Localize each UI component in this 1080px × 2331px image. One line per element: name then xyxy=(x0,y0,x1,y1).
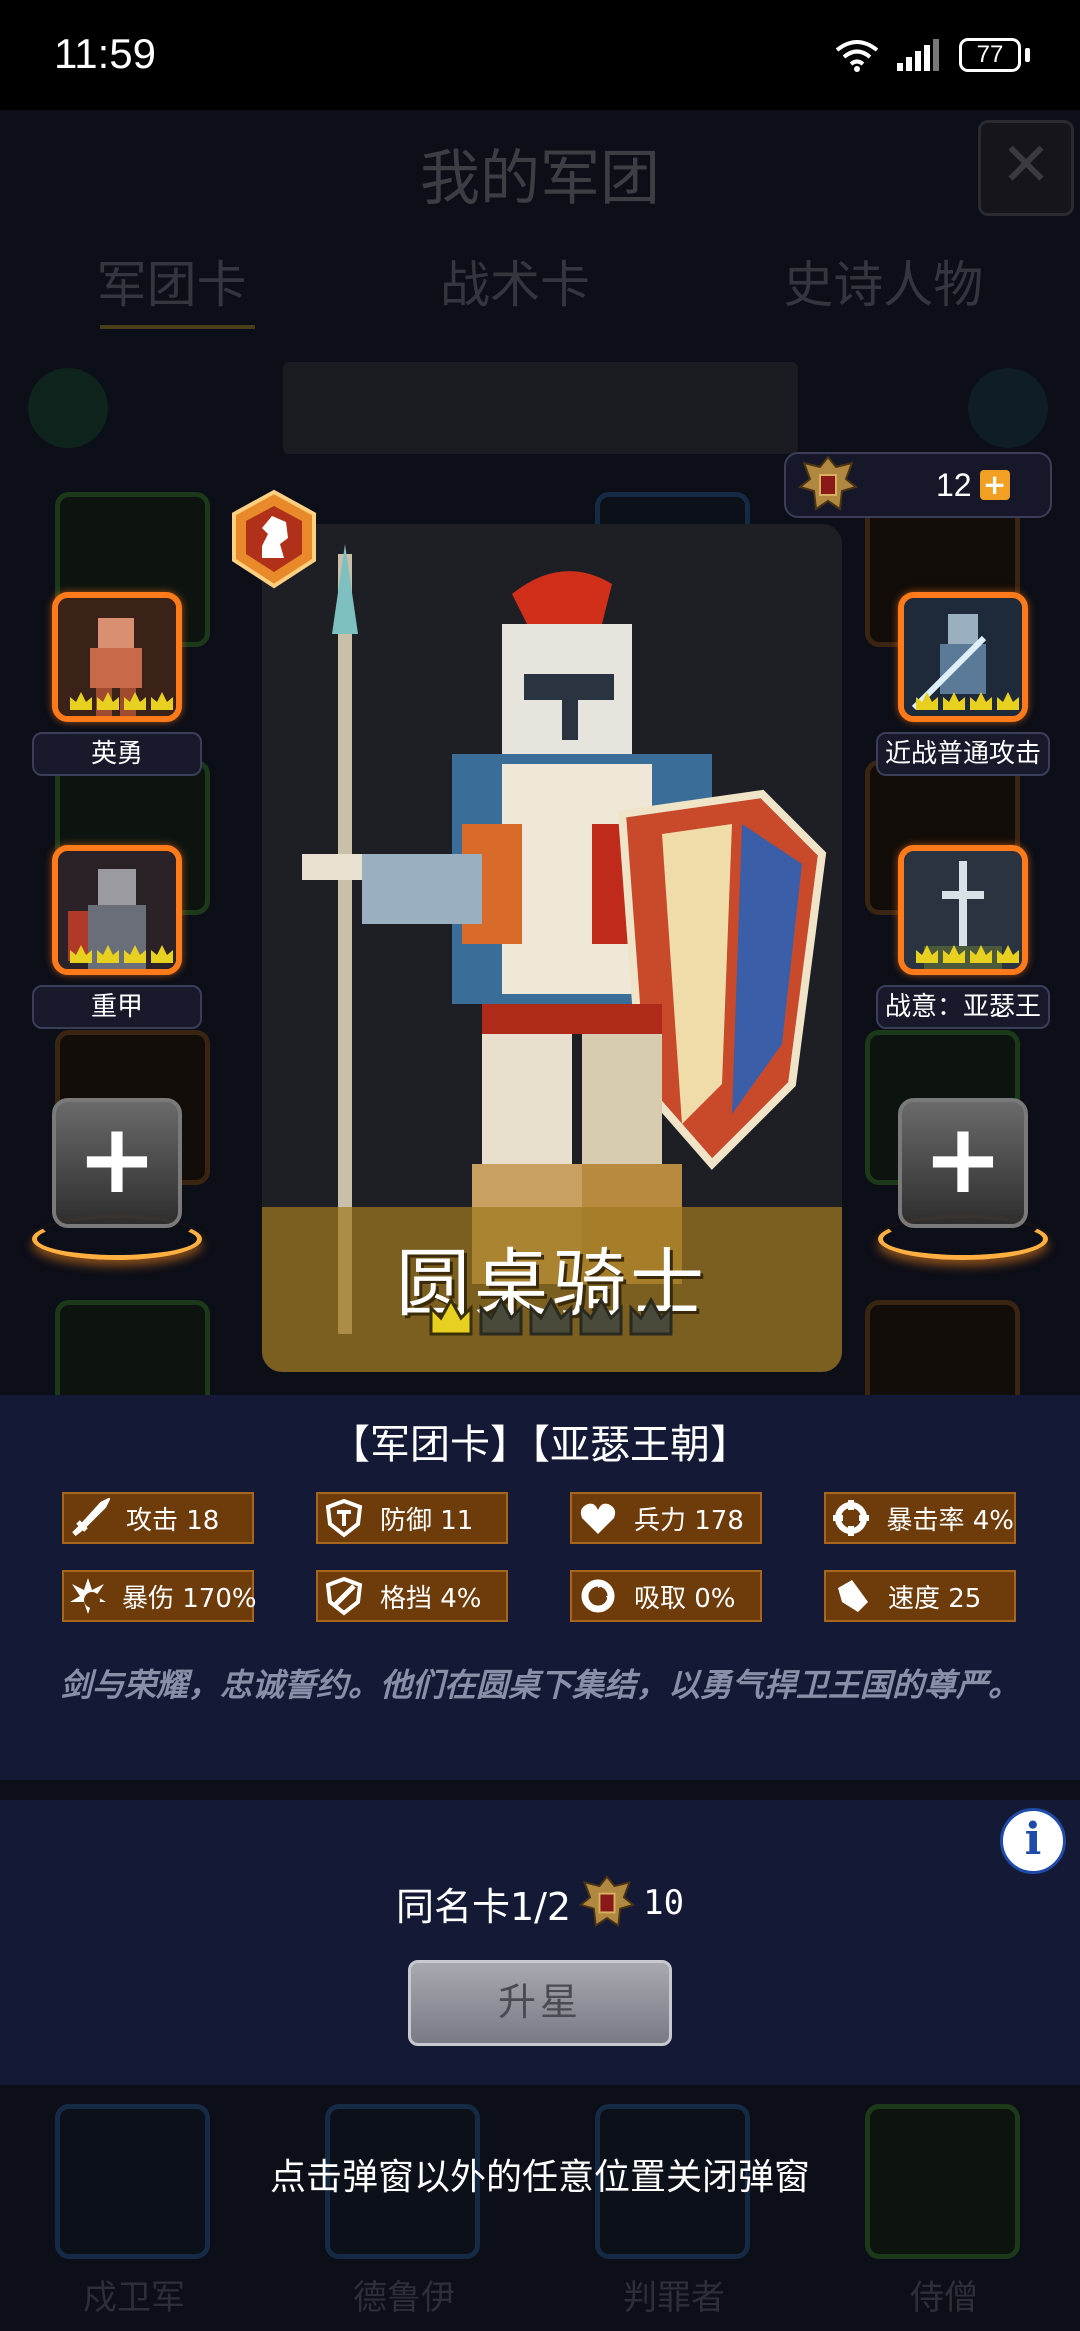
stat-text: 防御 11 xyxy=(380,1505,474,1536)
skill-label: 战意：亚瑟王 xyxy=(876,985,1050,1029)
crown-empty-icon xyxy=(529,1296,573,1336)
filter-icon xyxy=(968,368,1048,448)
wifi-icon xyxy=(835,40,879,72)
crown-filled-icon xyxy=(970,692,992,710)
shield-icon xyxy=(322,1496,366,1540)
skill-slot-arthur-spirit[interactable] xyxy=(898,845,1028,975)
legion-card: 圆桌骑士 xyxy=(262,524,842,1372)
search-box xyxy=(283,362,798,454)
crown-filled-icon xyxy=(124,945,146,963)
battery-tip xyxy=(1025,48,1030,62)
currency-value: 12 xyxy=(936,466,972,503)
eagle-emblem-icon xyxy=(797,455,859,511)
stat-crit-damage: 暴伤 170% xyxy=(62,1570,257,1622)
absorb-icon xyxy=(576,1574,620,1618)
add-currency-icon[interactable]: + xyxy=(979,470,1010,500)
block-icon xyxy=(322,1574,366,1618)
crown-filled-icon xyxy=(916,945,938,963)
currency-display[interactable]: 12 + xyxy=(784,452,1052,518)
crown-filled-icon xyxy=(151,692,173,710)
crown-empty-icon xyxy=(579,1296,623,1336)
stat-troops: 兵力 178 xyxy=(570,1492,762,1544)
bg-card-label: 戍卫军 xyxy=(83,2278,185,2318)
skill-label: 英勇 xyxy=(32,732,202,776)
skill-slot-melee-attack[interactable] xyxy=(898,592,1028,722)
page-title: 我的军团 xyxy=(420,144,660,214)
heart-icon xyxy=(576,1496,620,1540)
crown-filled-icon xyxy=(97,692,119,710)
upgrade-cost: 10 xyxy=(643,1883,685,1923)
close-hint: 点击弹窗以外的任意位置关闭弹窗 xyxy=(269,2157,810,2198)
crown-filled-icon xyxy=(970,945,992,963)
crown-filled-icon xyxy=(124,692,146,710)
crown-filled-icon xyxy=(429,1296,473,1336)
star-up-button[interactable]: 升星 xyxy=(408,1960,672,2046)
speed-icon xyxy=(830,1574,874,1618)
add-skill-button-right[interactable]: + xyxy=(898,1098,1028,1228)
duplicate-card-row: 同名卡1/2 10 xyxy=(0,1873,1080,1933)
stat-text: 暴伤 170% xyxy=(122,1583,257,1614)
info-icon[interactable]: i xyxy=(1000,1808,1066,1874)
bg-card-label: 德鲁伊 xyxy=(353,2278,455,2318)
stat-absorb: 吸取 0% xyxy=(570,1570,762,1622)
crown-filled-icon xyxy=(70,692,92,710)
card-description: 剑与荣耀，忠诚誓约。他们在圆桌下集结，以勇气捍卫王国的尊严。 xyxy=(59,1666,1020,1704)
stat-speed: 速度 25 xyxy=(824,1570,1016,1622)
tab-bar: 军团卡 战术卡 史诗人物 xyxy=(0,245,1080,317)
crown-empty-icon xyxy=(479,1296,523,1336)
tab-epic-heroes: 史诗人物 xyxy=(783,256,984,314)
bg-card-label: 判罪者 xyxy=(623,2278,725,2318)
stat-text: 吸取 0% xyxy=(634,1583,736,1614)
list-icon xyxy=(28,368,108,448)
skill-label: 重甲 xyxy=(32,985,202,1029)
bg-card-label: 侍僧 xyxy=(910,2278,978,2318)
crown-filled-icon xyxy=(997,692,1019,710)
close-icon: ✕ xyxy=(978,120,1074,216)
crown-filled-icon xyxy=(916,692,938,710)
skill-slot-heavy-armor[interactable] xyxy=(52,845,182,975)
crit-rate-icon xyxy=(830,1496,872,1540)
skill-stars xyxy=(914,690,1021,712)
crown-empty-icon xyxy=(629,1296,673,1336)
stat-block: 格挡 4% xyxy=(316,1570,508,1622)
card-tags: 【军团卡】【亚瑟王朝】 xyxy=(330,1422,750,1468)
card-star-rating xyxy=(427,1294,675,1340)
sword-icon xyxy=(68,1496,112,1540)
add-skill-button-left[interactable]: + xyxy=(52,1098,182,1228)
skill-slot-brave[interactable] xyxy=(52,592,182,722)
tab-underline xyxy=(100,325,255,329)
duplicate-card-count: 同名卡1/2 xyxy=(395,1884,572,1929)
slot-base-glow xyxy=(878,1218,1048,1260)
crown-filled-icon xyxy=(151,945,173,963)
crown-filled-icon xyxy=(943,692,965,710)
stat-text: 攻击 18 xyxy=(126,1505,220,1536)
signal-icon xyxy=(897,39,939,71)
skill-stars xyxy=(914,943,1021,965)
stat-attack: 攻击 18 xyxy=(62,1492,254,1544)
tab-tactic-cards: 战术卡 xyxy=(439,256,590,314)
skill-stars xyxy=(68,690,175,712)
stat-text: 兵力 178 xyxy=(634,1505,744,1536)
tab-legion-cards: 军团卡 xyxy=(96,256,247,314)
stat-text: 格挡 4% xyxy=(380,1583,482,1614)
skill-label: 近战普通攻击 xyxy=(876,732,1050,776)
crown-filled-icon xyxy=(97,945,119,963)
eagle-emblem-icon xyxy=(578,1875,636,1928)
stat-text: 速度 25 xyxy=(888,1583,982,1614)
battery-level: 77 xyxy=(976,41,1004,68)
crit-damage-icon xyxy=(68,1574,108,1618)
stat-crit-rate: 暴击率 4% xyxy=(824,1492,1016,1544)
slot-base-glow xyxy=(32,1218,202,1260)
crown-filled-icon xyxy=(70,945,92,963)
status-icons: 77 xyxy=(835,38,1030,72)
skill-stars xyxy=(68,943,175,965)
crown-filled-icon xyxy=(943,945,965,963)
stat-defense: 防御 11 xyxy=(316,1492,508,1544)
crown-filled-icon xyxy=(997,945,1019,963)
stat-text: 暴击率 4% xyxy=(886,1505,1014,1536)
battery-icon: 77 xyxy=(959,38,1021,72)
status-time: 11:59 xyxy=(54,30,156,77)
knight-class-badge-icon xyxy=(232,489,316,589)
